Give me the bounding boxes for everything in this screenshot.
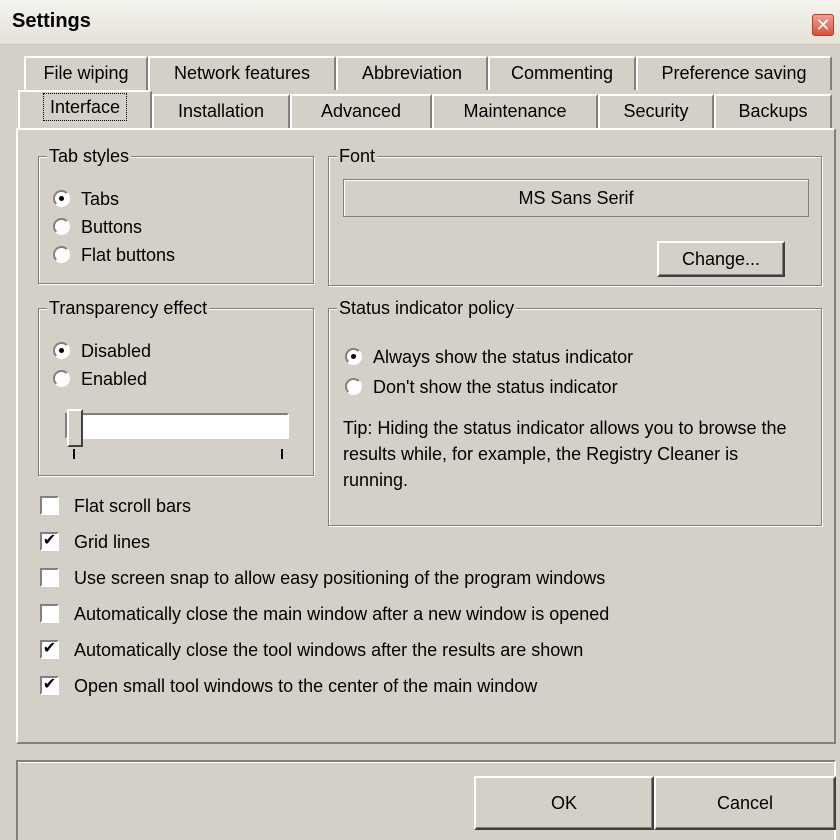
tab-file-wiping[interactable]: File wiping: [24, 56, 148, 90]
font-legend: Font: [337, 145, 378, 167]
tab-label: Installation: [177, 101, 265, 121]
checkbox-box: [40, 604, 59, 623]
checkbox-label: Use screen snap to allow easy positionin…: [74, 568, 606, 588]
slider-tick-min: [73, 449, 75, 459]
radio-label: Flat buttons: [81, 245, 176, 265]
tab-commenting[interactable]: Commenting: [488, 56, 636, 90]
tab-styles-legend: Tab styles: [47, 145, 132, 167]
checkbox-label: Grid lines: [74, 532, 151, 552]
tab-label: Abbreviation: [361, 63, 463, 83]
radio-indicator: [53, 190, 70, 207]
status-legend: Status indicator policy: [337, 297, 517, 319]
tab-abbreviation[interactable]: Abbreviation: [336, 56, 488, 90]
checkbox-box: ✔: [40, 676, 59, 695]
checkbox-box: [40, 568, 59, 587]
status-tip: Tip: Hiding the status indicator allows …: [343, 418, 787, 490]
tab-label: Commenting: [510, 63, 614, 83]
tab-maintenance[interactable]: Maintenance: [432, 94, 598, 128]
checkbox-box: ✔: [40, 640, 59, 659]
tab-label: Maintenance: [463, 101, 567, 121]
font-name-display: MS Sans Serif: [343, 179, 809, 217]
tab-backups[interactable]: Backups: [714, 94, 832, 128]
settings-window: Settings ✕ File wiping Network features …: [0, 0, 840, 840]
check-mark-icon: ✔: [42, 532, 57, 549]
radio-label: Always show the status indicator: [373, 347, 634, 367]
slider-tick-max: [281, 449, 283, 459]
close-button[interactable]: ✕: [812, 14, 834, 36]
checkbox-label: Open small tool windows to the center of…: [74, 676, 538, 696]
radio-indicator: [53, 246, 70, 263]
checkbox-label: Flat scroll bars: [74, 496, 192, 516]
tab-security[interactable]: Security: [598, 94, 714, 128]
change-font-button[interactable]: Change...: [657, 241, 785, 277]
radio-label: Tabs: [81, 189, 120, 209]
status-indicator-group: Status indicator policy Always show the …: [328, 297, 822, 526]
radio-indicator: [53, 342, 70, 359]
tab-label: Security: [623, 101, 689, 121]
check-mark-icon: ✔: [42, 640, 57, 657]
transparency-slider-thumb[interactable]: [67, 409, 83, 447]
radio-label: Don't show the status indicator: [373, 377, 618, 397]
radio-indicator: [345, 378, 362, 395]
transparency-group: Transparency effect Disabled Enabled: [38, 297, 314, 476]
checkbox-label: Automatically close the main window afte…: [74, 604, 610, 624]
checkbox-box: [40, 496, 59, 515]
title-bar: Settings ✕: [0, 0, 840, 45]
checkbox-box: ✔: [40, 532, 59, 551]
transparency-slider-track[interactable]: [65, 413, 289, 439]
window-title: Settings: [12, 10, 91, 32]
tab-interface[interactable]: Interface: [18, 90, 152, 128]
check-mark-icon: ✔: [42, 676, 57, 693]
radio-label: Buttons: [81, 217, 143, 237]
tab-label: Backups: [738, 101, 808, 121]
radio-label: Enabled: [81, 369, 148, 389]
font-group: Font MS Sans Serif Change...: [328, 145, 822, 286]
ok-button[interactable]: OK: [474, 776, 654, 830]
tab-advanced[interactable]: Advanced: [290, 94, 432, 128]
radio-label: Disabled: [81, 341, 152, 361]
transparency-legend: Transparency effect: [47, 297, 210, 319]
radio-indicator: [345, 348, 362, 365]
tab-label: Interface: [42, 93, 128, 121]
tab-label: Advanced: [320, 101, 402, 121]
tab-styles-group: Tab styles Tabs Buttons Flat buttons: [38, 145, 314, 284]
checkbox-label: Automatically close the tool windows aft…: [74, 640, 584, 660]
radio-indicator: [53, 370, 70, 387]
cancel-button[interactable]: Cancel: [654, 776, 836, 830]
tab-network-features[interactable]: Network features: [148, 56, 336, 90]
tab-installation[interactable]: Installation: [152, 94, 290, 128]
close-icon: ✕: [815, 15, 831, 35]
tab-label: Preference saving: [661, 63, 807, 83]
radio-indicator: [53, 218, 70, 235]
tab-preference-saving[interactable]: Preference saving: [636, 56, 832, 90]
tab-label: Network features: [173, 63, 311, 83]
tab-label: File wiping: [43, 63, 129, 83]
